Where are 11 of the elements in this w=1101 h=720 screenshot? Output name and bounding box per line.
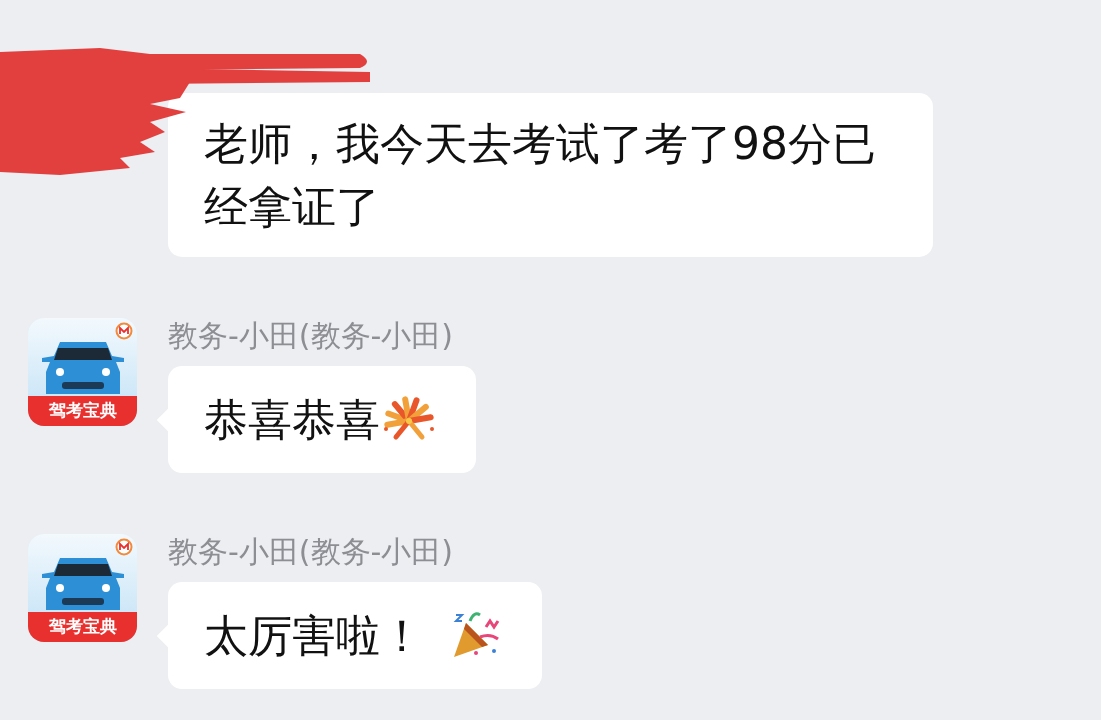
badge-icon: [115, 538, 133, 556]
avatar-label: 驾考宝典: [47, 400, 118, 420]
message-bubble: 太厉害啦！: [168, 582, 542, 689]
sender-name: 教务-小田(教务-小田): [168, 534, 454, 571]
message-bubble: 恭喜恭喜: [168, 366, 476, 473]
app-avatar[interactable]: 驾考宝典: [28, 318, 137, 426]
avatar-label: 驾考宝典: [47, 616, 118, 636]
message-bubble: 老师，我今天去考试了考了98分已经拿证了: [168, 93, 933, 257]
sender-name: 教务-小田(教务-小田): [168, 318, 454, 355]
badge-icon: [115, 322, 133, 340]
app-avatar[interactable]: 驾考宝典: [28, 534, 137, 642]
